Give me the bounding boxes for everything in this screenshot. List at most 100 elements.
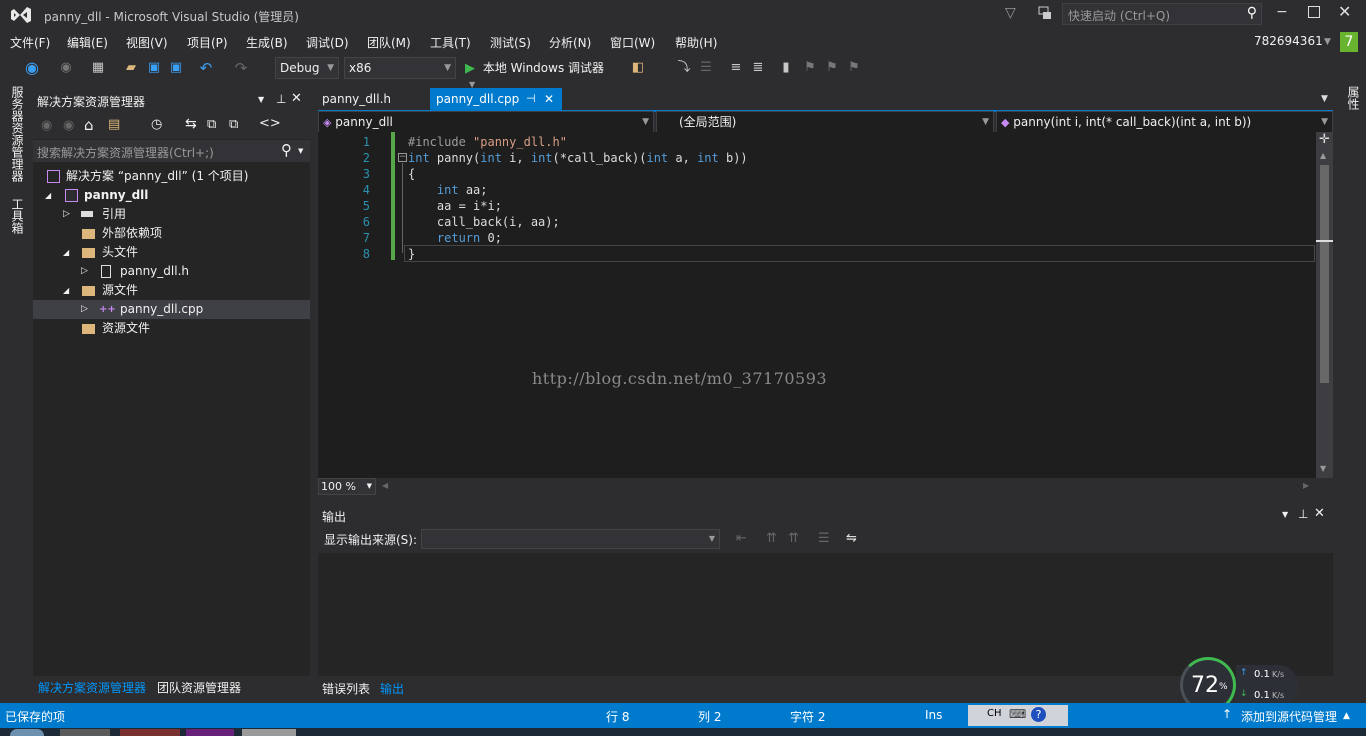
- comment-icon[interactable]: ≡: [728, 60, 744, 76]
- notification-badge[interactable]: 7: [1340, 32, 1358, 52]
- tab-panny-dll-h[interactable]: panny_dll.h: [316, 88, 397, 110]
- expand-arrow-icon[interactable]: ◢: [63, 281, 69, 300]
- expand-arrow-icon[interactable]: ◢: [45, 186, 51, 205]
- tree-source-files-node[interactable]: ◢ 源文件: [33, 281, 310, 300]
- taskbar-app-icon[interactable]: [242, 729, 296, 736]
- tree-external-deps-node[interactable]: 外部依赖项: [33, 224, 310, 243]
- clear-bookmarks-icon[interactable]: ⚑: [846, 60, 862, 76]
- collapse-arrow-icon[interactable]: ▷: [63, 205, 70, 224]
- prev-bookmark-icon[interactable]: ⚑: [802, 60, 818, 76]
- goto-prev-icon[interactable]: ⇤: [736, 531, 747, 546]
- scroll-down-icon[interactable]: ▼: [1320, 464, 1326, 473]
- tree-references-node[interactable]: ▷ 引用: [33, 205, 310, 224]
- indent-icon[interactable]: ☰: [698, 60, 714, 76]
- properties-tab[interactable]: 属性: [1345, 86, 1362, 110]
- vs-logo-icon[interactable]: [10, 6, 32, 24]
- scroll-right-icon[interactable]: ▶: [1303, 481, 1309, 490]
- menu-window[interactable]: 窗口(W): [610, 34, 655, 51]
- goto-next-icon[interactable]: ⇈: [766, 531, 777, 546]
- step-icon[interactable]: ⤵: [676, 60, 692, 76]
- scrollbar-thumb[interactable]: [1320, 165, 1329, 383]
- tab-team-explorer[interactable]: 团队资源管理器: [157, 679, 241, 696]
- quick-launch-input[interactable]: 快速启动 (Ctrl+Q): [1068, 7, 1170, 24]
- help-icon[interactable]: ?: [1031, 707, 1046, 722]
- tree-file-cpp[interactable]: ▷ ++ panny_dll.cpp: [33, 300, 310, 319]
- clear-all-icon[interactable]: ☰: [818, 531, 830, 546]
- scope-nav-select[interactable]: (全局范围) ▼: [656, 111, 994, 133]
- filter-icon[interactable]: ▽: [1005, 5, 1021, 21]
- back-icon[interactable]: ◉: [41, 118, 52, 133]
- find-next-icon[interactable]: ⇈: [788, 531, 799, 546]
- tree-header-files-node[interactable]: ◢ 头文件: [33, 243, 310, 262]
- project-nav-select[interactable]: ◈ panny_dll ▼: [318, 111, 654, 133]
- undo-icon[interactable]: ↶: [198, 60, 214, 76]
- chevron-down-icon[interactable]: ▼: [258, 95, 264, 104]
- tree-solution-node[interactable]: 解决方案 “panny_dll” (1 个项目): [33, 167, 310, 186]
- menu-file[interactable]: 文件(F): [10, 34, 50, 51]
- feedback-icon[interactable]: [1037, 5, 1053, 21]
- tree-project-node[interactable]: ◢ panny_dll: [33, 186, 310, 205]
- uncomment-icon[interactable]: ≣: [750, 60, 766, 76]
- bookmark-icon[interactable]: ▮: [778, 60, 794, 76]
- solution-search-input[interactable]: 搜索解决方案资源管理器(Ctrl+;): [37, 144, 214, 161]
- chevron-down-icon[interactable]: ▼: [1324, 37, 1331, 47]
- collapse-region-icon[interactable]: −: [398, 153, 407, 162]
- zoom-select[interactable]: 100 % ▼: [318, 478, 376, 495]
- restore-button[interactable]: [1308, 6, 1320, 18]
- code-icon[interactable]: <>: [259, 116, 281, 131]
- ime-toolbar[interactable]: CH ⌨ ?: [968, 705, 1068, 726]
- pin-icon[interactable]: ⊥: [1298, 507, 1308, 521]
- tree-resource-files-node[interactable]: 资源文件: [33, 319, 310, 338]
- save-icon[interactable]: ▣: [146, 60, 162, 76]
- menu-team[interactable]: 团队(M): [367, 34, 411, 51]
- word-wrap-icon[interactable]: ⇋: [846, 531, 857, 546]
- close-icon[interactable]: ✕: [544, 88, 554, 110]
- scroll-up-icon[interactable]: ▲: [1320, 151, 1326, 160]
- open-file-icon[interactable]: ▰: [123, 60, 139, 76]
- split-icon[interactable]: ✛: [1319, 132, 1330, 147]
- taskbar-app-icon[interactable]: [60, 729, 110, 736]
- tab-solution-explorer[interactable]: 解决方案资源管理器: [38, 679, 146, 696]
- server-explorer-tab[interactable]: 服务器资源管理器: [9, 86, 26, 182]
- chevron-up-icon[interactable]: ▲: [1343, 711, 1350, 721]
- menu-help[interactable]: 帮助(H): [675, 34, 717, 51]
- quick-launch-box[interactable]: 快速启动 (Ctrl+Q) ⚲: [1062, 3, 1262, 25]
- solution-search-box[interactable]: 搜索解决方案资源管理器(Ctrl+;) ⚲ ▼: [33, 140, 310, 162]
- menu-debug[interactable]: 调试(D): [306, 34, 349, 51]
- tab-panny-dll-cpp[interactable]: panny_dll.cpp ⊣ ✕: [430, 88, 562, 110]
- tab-error-list[interactable]: 错误列表: [322, 680, 370, 697]
- code-editor[interactable]: 1 2 3 4 5 6 7 8 − #include "panny_dll.h"…: [318, 132, 1333, 478]
- menu-build[interactable]: 生成(B): [246, 34, 288, 51]
- close-button[interactable]: ✕: [1338, 2, 1354, 21]
- minimize-button[interactable]: −: [1276, 4, 1290, 20]
- taskbar-app-icon[interactable]: [120, 729, 180, 736]
- menu-analyze[interactable]: 分析(N): [549, 34, 591, 51]
- save-all-icon[interactable]: ▣: [168, 60, 184, 76]
- home-icon[interactable]: ⌂: [84, 116, 94, 134]
- pin-icon[interactable]: ⊥: [276, 92, 286, 106]
- vertical-scrollbar[interactable]: ✛ ▲ ▼: [1316, 132, 1333, 478]
- menu-test[interactable]: 测试(S): [490, 34, 531, 51]
- collapse-arrow-icon[interactable]: ▷: [81, 300, 88, 319]
- forward-icon[interactable]: ◉: [58, 60, 74, 76]
- switch-views-icon[interactable]: ▤: [108, 117, 120, 132]
- member-nav-select[interactable]: ◆ panny(int i, int(* call_back)(int a, i…: [996, 111, 1333, 133]
- forward-icon[interactable]: ◉: [63, 118, 74, 133]
- add-to-source-control-button[interactable]: 添加到源代码管理: [1241, 708, 1337, 725]
- close-icon[interactable]: ✕: [291, 91, 302, 106]
- chevron-down-icon[interactable]: ▼: [298, 147, 303, 155]
- sync-icon[interactable]: ⇆: [185, 116, 197, 132]
- tab-output[interactable]: 输出: [380, 680, 404, 697]
- menu-tools[interactable]: 工具(T): [430, 34, 471, 51]
- new-project-icon[interactable]: ▦: [90, 60, 106, 76]
- platform-select[interactable]: x86 ▼: [344, 57, 456, 79]
- search-icon[interactable]: ⚲: [1247, 5, 1257, 21]
- chevron-down-icon[interactable]: ▼: [1282, 510, 1288, 519]
- keyboard-icon[interactable]: ⌨: [1009, 707, 1026, 721]
- configuration-select[interactable]: Debug ▼: [275, 57, 339, 79]
- menu-view[interactable]: 视图(V): [126, 34, 168, 51]
- next-bookmark-icon[interactable]: ⚑: [824, 60, 840, 76]
- collapse-arrow-icon[interactable]: ▷: [81, 262, 88, 281]
- menu-project[interactable]: 项目(P): [187, 34, 228, 51]
- taskbar-app-icon[interactable]: [186, 729, 234, 736]
